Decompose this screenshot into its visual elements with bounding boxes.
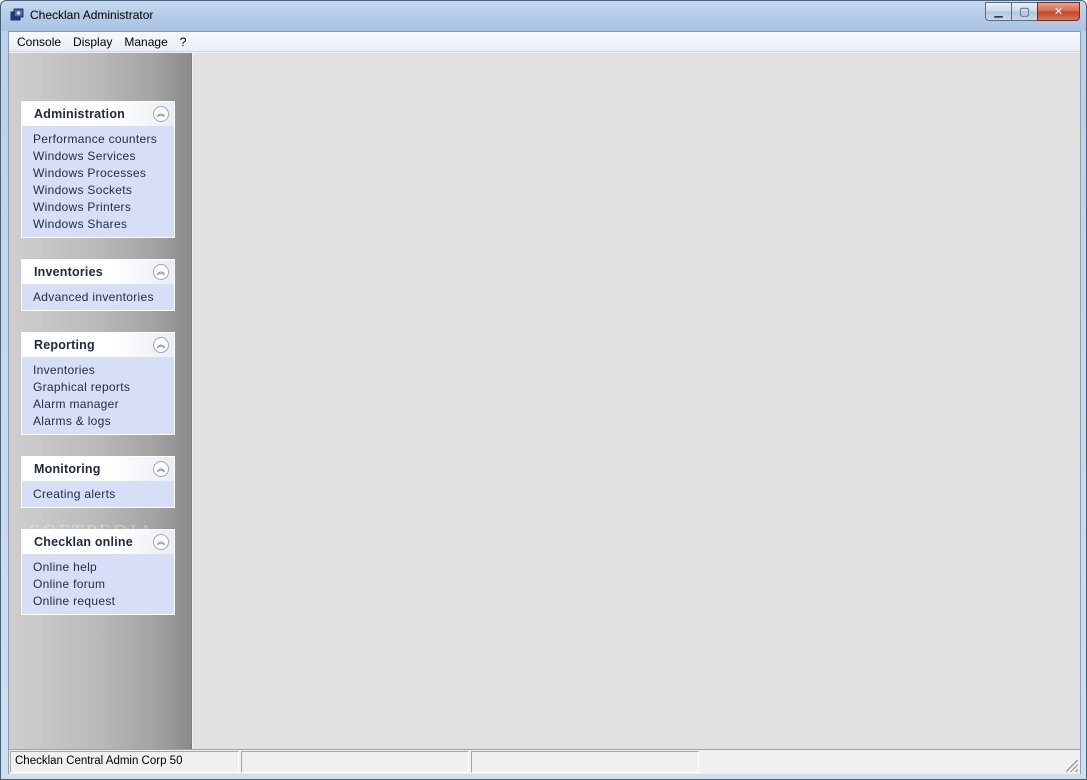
title-bar[interactable]: Checklan Administrator ▁ ▢ ✕ <box>1 1 1086 31</box>
chevron-double-up-icon[interactable]: ︽ <box>153 461 169 477</box>
minimize-button[interactable]: ▁ <box>985 2 1011 21</box>
menu-help[interactable]: ? <box>174 35 193 49</box>
link-alarms-logs[interactable]: Alarms & logs <box>33 413 174 430</box>
link-alarm-manager[interactable]: Alarm manager <box>33 396 174 413</box>
group-header-inventories[interactable]: Inventories ︽ <box>22 260 174 284</box>
group-title: Monitoring <box>34 462 101 476</box>
status-bar: Checklan Central Admin Corp 50 <box>9 749 1080 774</box>
maximize-button[interactable]: ▢ <box>1011 2 1037 21</box>
group-links: Advanced inventories <box>22 284 174 310</box>
group-monitoring: Monitoring ︽ Creating alerts <box>21 456 175 508</box>
group-links: Creating alerts <box>22 481 174 507</box>
window-title: Checklan Administrator <box>30 8 154 22</box>
group-header-administration[interactable]: Administration ︽ <box>22 102 174 126</box>
chevron-double-up-icon[interactable]: ︽ <box>153 534 169 550</box>
group-title: Administration <box>34 107 125 121</box>
close-icon: ✕ <box>1053 6 1064 18</box>
group-title: Inventories <box>34 265 103 279</box>
status-cell-3 <box>471 751 699 773</box>
link-windows-processes[interactable]: Windows Processes <box>33 165 174 182</box>
group-links: Online help Online forum Online request <box>22 554 174 614</box>
app-icon <box>10 8 24 21</box>
group-header-checklan-online[interactable]: Checklan online ︽ <box>22 530 174 554</box>
group-header-reporting[interactable]: Reporting ︽ <box>22 333 174 357</box>
status-cell-edition: Checklan Central Admin Corp 50 <box>10 751 239 773</box>
group-title: Checklan online <box>34 535 133 549</box>
main-content-area[interactable] <box>193 53 1080 749</box>
chevron-double-up-icon[interactable]: ︽ <box>153 106 169 122</box>
group-header-monitoring[interactable]: Monitoring ︽ <box>22 457 174 481</box>
close-button[interactable]: ✕ <box>1037 2 1080 21</box>
link-windows-sockets[interactable]: Windows Sockets <box>33 182 174 199</box>
maximize-icon: ▢ <box>1019 6 1030 18</box>
link-inventories[interactable]: Inventories <box>33 362 174 379</box>
link-windows-printers[interactable]: Windows Printers <box>33 199 174 216</box>
group-checklan-online: Checklan online ︽ Online help Online for… <box>21 529 175 615</box>
link-online-request[interactable]: Online request <box>33 593 174 610</box>
menu-display[interactable]: Display <box>67 35 118 49</box>
link-creating-alerts[interactable]: Creating alerts <box>33 486 174 503</box>
link-online-forum[interactable]: Online forum <box>33 576 174 593</box>
link-performance-counters[interactable]: Performance counters <box>33 131 174 148</box>
group-title: Reporting <box>34 338 95 352</box>
minimize-icon: ▁ <box>994 6 1003 18</box>
status-cell-2 <box>241 751 469 773</box>
window-controls: ▁ ▢ ✕ <box>985 2 1080 21</box>
menu-manage[interactable]: Manage <box>118 35 173 49</box>
chevron-double-up-icon[interactable]: ︽ <box>153 264 169 280</box>
link-online-help[interactable]: Online help <box>33 559 174 576</box>
navigation-panel: Administration ︽ Performance counters Wi… <box>9 53 192 749</box>
group-links: Performance counters Windows Services Wi… <box>22 126 174 237</box>
chevron-double-up-icon[interactable]: ︽ <box>153 337 169 353</box>
menu-bar: Console Display Manage ? <box>9 32 1080 52</box>
group-links: Inventories Graphical reports Alarm mana… <box>22 357 174 434</box>
link-graphical-reports[interactable]: Graphical reports <box>33 379 174 396</box>
group-administration: Administration ︽ Performance counters Wi… <box>21 101 175 238</box>
resize-grip-icon[interactable] <box>1066 760 1078 772</box>
link-advanced-inventories[interactable]: Advanced inventories <box>33 289 174 306</box>
group-reporting: Reporting ︽ Inventories Graphical report… <box>21 332 175 435</box>
link-windows-shares[interactable]: Windows Shares <box>33 216 174 233</box>
group-inventories: Inventories ︽ Advanced inventories <box>21 259 175 311</box>
app-window: Checklan Administrator ▁ ▢ ✕ Console Dis… <box>0 0 1087 780</box>
client-area: Console Display Manage ? Administration … <box>8 31 1081 774</box>
menu-console[interactable]: Console <box>11 35 67 49</box>
link-windows-services[interactable]: Windows Services <box>33 148 174 165</box>
